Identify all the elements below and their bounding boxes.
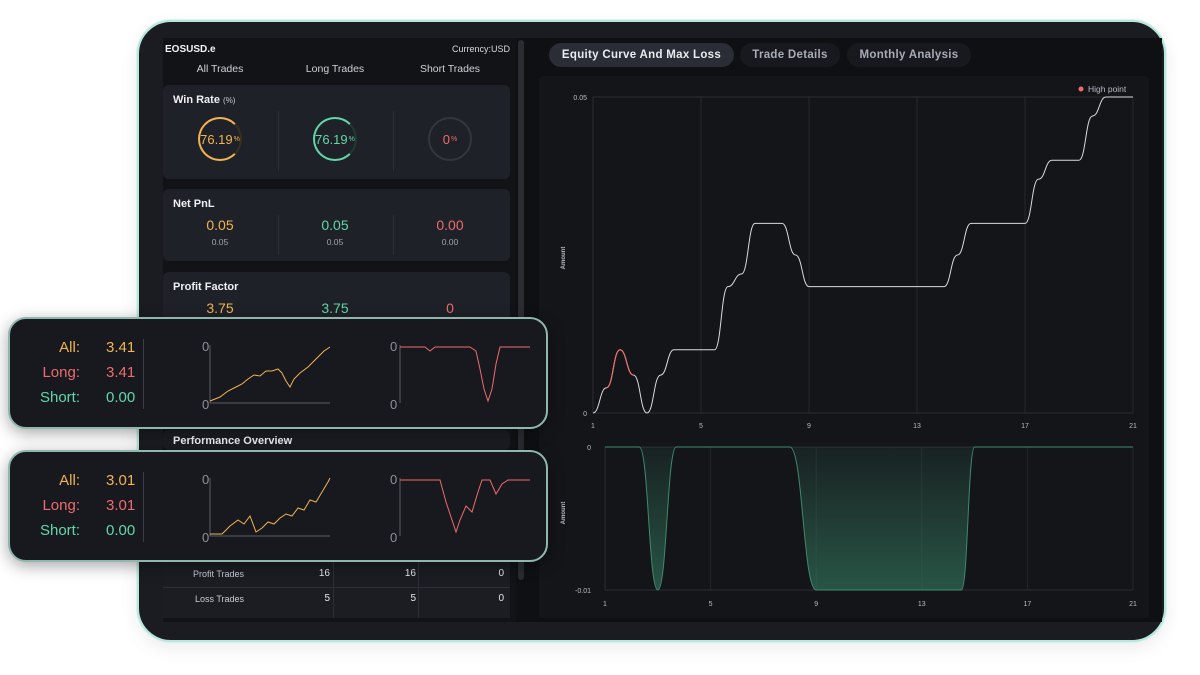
x-tick-label: 1 (603, 601, 607, 608)
column-short-trades: Short Trades (419, 63, 481, 75)
popup2-sparklines: 0 0 0 0 (202, 472, 530, 545)
popup2-short-label: Short: (39, 522, 80, 539)
legend-high-point-dot (1078, 86, 1084, 92)
svg-text:0: 0 (202, 530, 209, 545)
net-pnl-long-sub: 0.05 (326, 237, 344, 247)
popup1-all-label: All: (59, 339, 80, 356)
popup2-long-label: Long: (42, 497, 80, 514)
win-rate-title: Win Rate (%) (173, 94, 236, 106)
net-pnl-title: Net PnL (173, 198, 215, 210)
column-all-trades: All Trades (196, 63, 244, 75)
x-tick-label: 1 (591, 423, 595, 430)
profit-factor-short: 0 (446, 300, 454, 316)
profit-trades-label: Profit Trades (192, 569, 244, 579)
high-point-marker (606, 349, 634, 389)
win-rate-short-ring: 0% (428, 117, 472, 161)
svg-text:0: 0 (202, 339, 209, 354)
performance-card: Performance Overview (163, 430, 510, 450)
net-pnl-all: 0.05 (206, 217, 234, 233)
x-tick-label: 9 (814, 601, 818, 608)
tab-trade-details[interactable]: Trade Details (740, 43, 840, 67)
net-pnl-short-sub: 0.00 (441, 237, 459, 247)
popup2-all-value: 3.01 (106, 472, 136, 489)
loss-trades-short: 0 (498, 593, 504, 604)
net-pnl-all-sub: 0.05 (211, 237, 229, 247)
svg-text:0: 0 (202, 397, 209, 412)
popup1-short-value: 0.00 (106, 389, 136, 406)
net-pnl-short: 0.00 (436, 217, 464, 233)
svg-text:0: 0 (390, 397, 397, 412)
tab-equity-curve[interactable]: Equity Curve And Max Loss (549, 43, 734, 67)
drawdown-ylabel: Amount (561, 502, 567, 525)
popup1-long-label: Long: (42, 364, 80, 381)
popup2-long-value: 3.01 (106, 497, 136, 514)
svg-text:0: 0 (390, 472, 397, 487)
drawdown-area (605, 447, 1133, 590)
svg-text:0: 0 (202, 472, 209, 487)
x-tick-label: 5 (699, 423, 703, 430)
svg-text:0: 0 (390, 530, 397, 545)
svg-text:0: 0 (390, 339, 397, 354)
equity-charts: 1 5 9 13 17 21 0.05 0 1 5 9 13 17 21 0 -0.01 Amount Am… (561, 84, 1137, 608)
tab-monthly-analysis[interactable]: Monthly Analysis (847, 43, 971, 67)
win-rate-long-ring: 76.19% (313, 117, 357, 161)
profit-factor-popup: All: 3.41 Long: 3.41 Short: 0.00 0 0 0 0 (8, 317, 548, 429)
x-tick-label: 17 (1024, 601, 1032, 608)
win-rate-all-ring: 76.19% (198, 117, 242, 161)
loss-trades-all: 5 (324, 593, 330, 604)
y-tick-label: -0.01 (575, 588, 591, 595)
popup1-sparklines: 0 0 0 0 (202, 339, 530, 412)
profit-factor-title: Profit Factor (173, 281, 239, 293)
profit-trades-all: 16 (318, 568, 330, 579)
y-tick-label: 0 (583, 411, 587, 418)
loss-trades-label: Loss Trades (194, 594, 244, 604)
net-pnl-long: 0.05 (321, 217, 349, 233)
popup1-long-value: 3.41 (106, 364, 136, 381)
x-tick-label: 9 (807, 423, 811, 430)
x-tick-label: 21 (1129, 601, 1137, 608)
performance-popup: All: 3.01 Long: 3.01 Short: 0.00 0 0 0 0 (8, 450, 548, 562)
x-tick-label: 13 (918, 601, 926, 608)
loss-trades-long: 5 (410, 593, 416, 604)
popup1-short-label: Short: (39, 389, 80, 406)
popup2-short-value: 0.00 (106, 522, 136, 539)
equity-series-line (592, 96, 1133, 414)
x-tick-label: 21 (1129, 423, 1137, 430)
profit-factor-long: 3.75 (321, 300, 349, 316)
symbol-label: EOSUSD.e (165, 44, 216, 55)
y-tick-label: 0 (587, 445, 591, 452)
x-tick-label: 5 (709, 601, 713, 608)
x-tick-label: 13 (913, 423, 921, 430)
popup1-all-value: 3.41 (106, 339, 136, 356)
legend-high-point: High point (1088, 84, 1127, 94)
currency-label: Currency:USD (451, 44, 510, 54)
profit-factor-all: 3.75 (206, 300, 234, 316)
popup2-all-label: All: (59, 472, 80, 489)
profit-trades-short: 0 (498, 568, 504, 579)
column-long-trades: Long Trades (305, 63, 365, 75)
performance-title: Performance Overview (173, 435, 293, 447)
x-tick-label: 17 (1021, 423, 1029, 430)
y-tick-label: 0.05 (573, 95, 587, 102)
equity-ylabel: Amount (561, 247, 567, 270)
profit-trades-long: 16 (404, 568, 416, 579)
